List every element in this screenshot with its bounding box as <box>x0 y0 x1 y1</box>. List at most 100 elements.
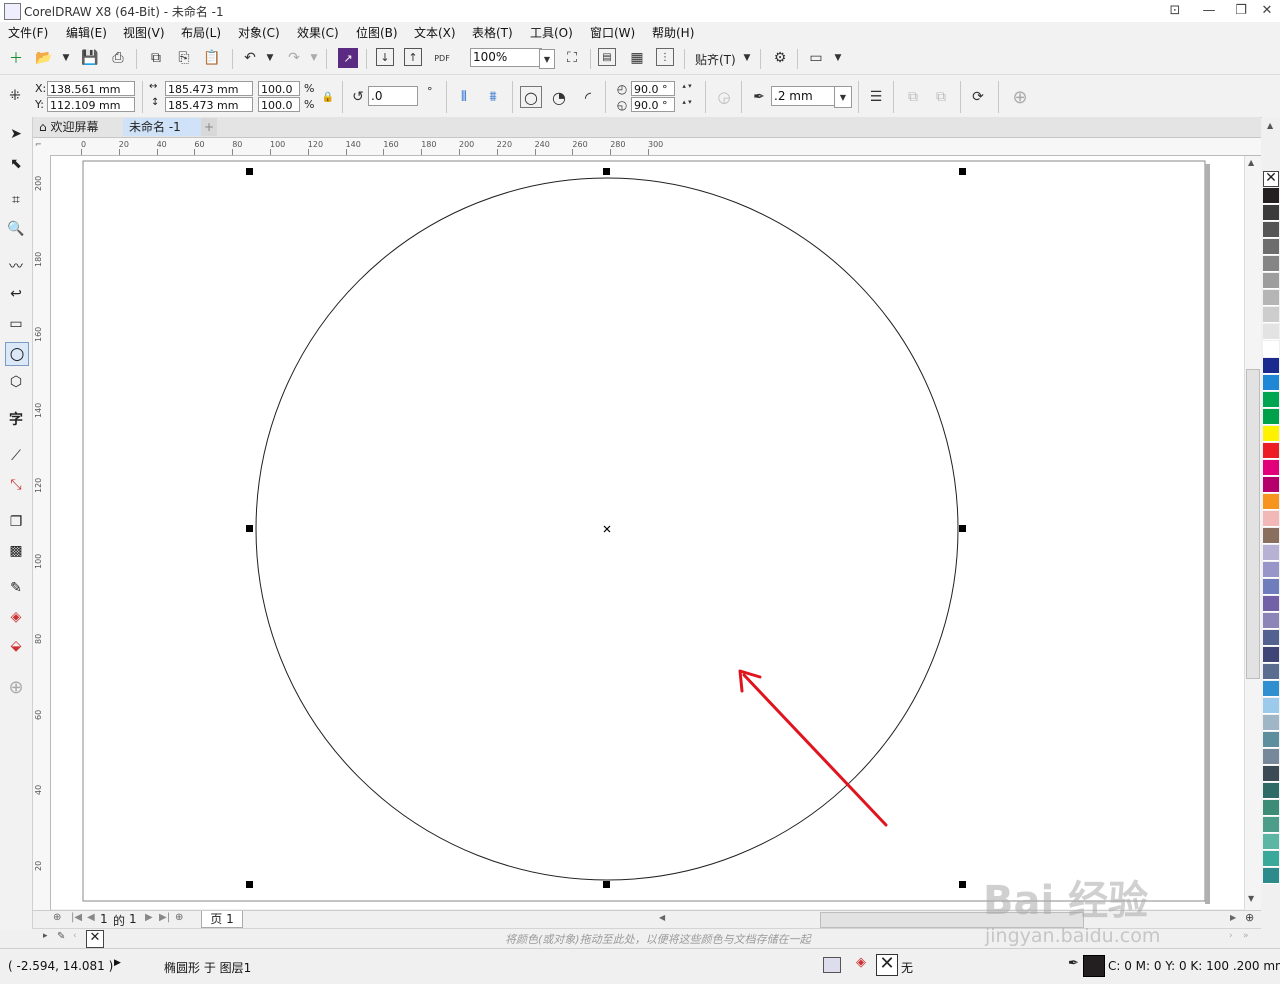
color-swatch[interactable] <box>1263 392 1279 408</box>
search-content-icon[interactable]: ↗ <box>338 48 358 68</box>
outline-width-dropdown-icon[interactable]: ▼ <box>834 86 852 108</box>
quick-customize-icon[interactable]: ⊕ <box>1010 87 1030 108</box>
quick-customize-tools-icon[interactable]: ⊕ <box>5 676 27 698</box>
color-swatch[interactable] <box>1263 341 1279 357</box>
selection-handle-top-left[interactable] <box>246 168 253 175</box>
color-swatch[interactable] <box>1263 613 1279 629</box>
polygon-tool-icon[interactable]: ⬡ <box>5 371 27 393</box>
color-swatch[interactable] <box>1263 664 1279 680</box>
open-folder-icon[interactable]: 📂 <box>34 48 54 68</box>
x-position-field[interactable]: 138.561 mm <box>47 81 135 96</box>
add-page-after-icon[interactable]: ⊕ <box>175 912 183 923</box>
scroll-down-icon[interactable]: ▼ <box>1248 894 1254 903</box>
selection-handle-middle-left[interactable] <box>246 525 253 532</box>
color-swatch[interactable] <box>1263 511 1279 527</box>
color-swatch[interactable] <box>1263 800 1279 816</box>
color-swatch[interactable] <box>1263 358 1279 374</box>
color-swatch[interactable] <box>1263 494 1279 510</box>
undo-dropdown-icon[interactable]: ▼ <box>260 48 280 68</box>
smart-fill-tool-icon[interactable]: ⬙ <box>5 635 27 657</box>
color-swatch[interactable] <box>1263 477 1279 493</box>
color-swatch[interactable] <box>1263 834 1279 850</box>
menu-edit[interactable]: 编辑(E) <box>66 24 107 41</box>
horizontal-ruler[interactable]: ⌐ 0 20 40 60 80 100 120 140 160 180 200 220 240 260 28… <box>33 138 1261 156</box>
parallel-dimension-tool-icon[interactable]: ⟋ <box>5 445 27 467</box>
show-grid-icon[interactable]: ▦ <box>627 48 647 68</box>
selection-handle-bottom-left[interactable] <box>246 881 253 888</box>
text-tool-icon[interactable]: 字 <box>5 408 27 430</box>
fill-none-swatch[interactable]: ✕ <box>876 954 898 976</box>
paste-icon[interactable]: 📋 <box>202 48 222 68</box>
pie-mode-icon[interactable]: ◔ <box>549 87 569 107</box>
scroll-right-icon[interactable]: ▶ <box>1230 913 1236 922</box>
color-swatch[interactable] <box>1263 273 1279 289</box>
next-page-icon[interactable]: ▶ <box>145 912 153 923</box>
rectangle-tool-icon[interactable]: ▭ <box>5 313 27 335</box>
color-swatch[interactable] <box>1263 851 1279 867</box>
options-gear-icon[interactable]: ⚙ <box>770 48 790 68</box>
menu-object[interactable]: 对象(C) <box>238 24 280 41</box>
crop-tool-icon[interactable]: ⌗ <box>5 189 27 211</box>
color-swatch[interactable] <box>1263 460 1279 476</box>
to-back-icon[interactable]: ⧉ <box>931 87 951 107</box>
end-angle-spinner[interactable]: ▴ ▾ <box>675 94 699 109</box>
menu-table[interactable]: 表格(T) <box>472 24 513 41</box>
ellipse-tool-icon[interactable]: ○ <box>5 342 29 366</box>
color-swatch[interactable] <box>1263 375 1279 391</box>
object-origin-icon[interactable]: ⁜ <box>5 86 25 106</box>
navigator-zoom-icon[interactable]: ⊕ <box>1245 911 1254 924</box>
zoom-level-field[interactable]: 100% <box>470 48 542 67</box>
menu-bitmap[interactable]: 位图(B) <box>356 24 398 41</box>
color-swatch[interactable] <box>1263 579 1279 595</box>
color-swatch[interactable] <box>1263 698 1279 714</box>
color-swatch[interactable] <box>1263 443 1279 459</box>
color-swatch[interactable] <box>1263 239 1279 255</box>
color-eyedropper-tool-icon[interactable]: ✎ <box>5 577 27 599</box>
transparency-tool-icon[interactable]: ▩ <box>5 540 27 562</box>
publish-pdf-icon[interactable]: PDF <box>432 48 452 68</box>
no-color-swatch[interactable]: ✕ <box>1263 171 1279 187</box>
doc-palette-eyedropper-icon[interactable]: ✎ <box>57 931 65 942</box>
color-swatch[interactable] <box>1263 307 1279 323</box>
arc-mode-icon[interactable]: ◜ <box>578 87 598 107</box>
show-guidelines-icon[interactable]: ⋮ <box>656 48 674 66</box>
last-page-icon[interactable]: ▶| <box>159 912 170 923</box>
freehand-tool-icon[interactable]: 〰 <box>5 255 27 277</box>
lock-ratio-icon[interactable]: 🔒 <box>318 87 338 107</box>
color-swatch[interactable] <box>1263 596 1279 612</box>
scroll-left-icon[interactable]: ◀ <box>659 913 665 922</box>
tab-document[interactable]: 未命名 -1 <box>123 118 201 136</box>
color-swatch[interactable] <box>1263 868 1279 884</box>
color-swatch[interactable] <box>1263 783 1279 799</box>
new-document-icon[interactable]: ＋ <box>6 48 26 68</box>
color-swatch[interactable] <box>1263 324 1279 340</box>
drawing-workspace[interactable] <box>51 156 1244 909</box>
menu-tools[interactable]: 工具(O) <box>530 24 573 41</box>
interactive-fill-tool-icon[interactable]: ◈ <box>5 606 27 628</box>
undo-icon[interactable]: ↶ <box>240 48 260 68</box>
restore-button[interactable]: ❐ <box>1228 2 1254 19</box>
rotation-field[interactable]: .0 <box>368 86 418 106</box>
color-swatch[interactable] <box>1263 205 1279 221</box>
scale-height-field[interactable]: 100.0 <box>258 97 300 112</box>
new-tab-icon[interactable]: + <box>201 118 217 136</box>
color-swatch[interactable] <box>1263 681 1279 697</box>
status-flyout-icon[interactable]: ▶ <box>114 958 121 968</box>
color-swatch[interactable] <box>1263 426 1279 442</box>
start-angle-spinner[interactable]: ▴ ▾ <box>675 78 699 93</box>
start-angle-field[interactable]: 90.0 ° <box>631 81 675 96</box>
color-swatch[interactable] <box>1263 749 1279 765</box>
snap-to-menu[interactable]: 贴齐(T) <box>695 51 736 68</box>
selection-handle-top-right[interactable] <box>959 168 966 175</box>
artistic-media-tool-icon[interactable]: ↩ <box>5 283 27 305</box>
menu-effects[interactable]: 效果(C) <box>297 24 339 41</box>
color-swatch[interactable] <box>1263 817 1279 833</box>
application-launcher-icon[interactable]: ▭ <box>806 48 826 68</box>
account-icon[interactable]: ⊡ <box>1162 2 1188 19</box>
doc-palette-scroll-left-icon[interactable]: ‹ <box>73 931 77 941</box>
ruler-origin-icon[interactable]: ⌐ <box>35 140 42 149</box>
full-screen-icon[interactable]: ⛶ <box>562 48 582 68</box>
color-swatch[interactable] <box>1263 222 1279 238</box>
selection-handle-middle-right[interactable] <box>959 525 966 532</box>
snap-dropdown-icon[interactable]: ▼ <box>737 48 757 68</box>
